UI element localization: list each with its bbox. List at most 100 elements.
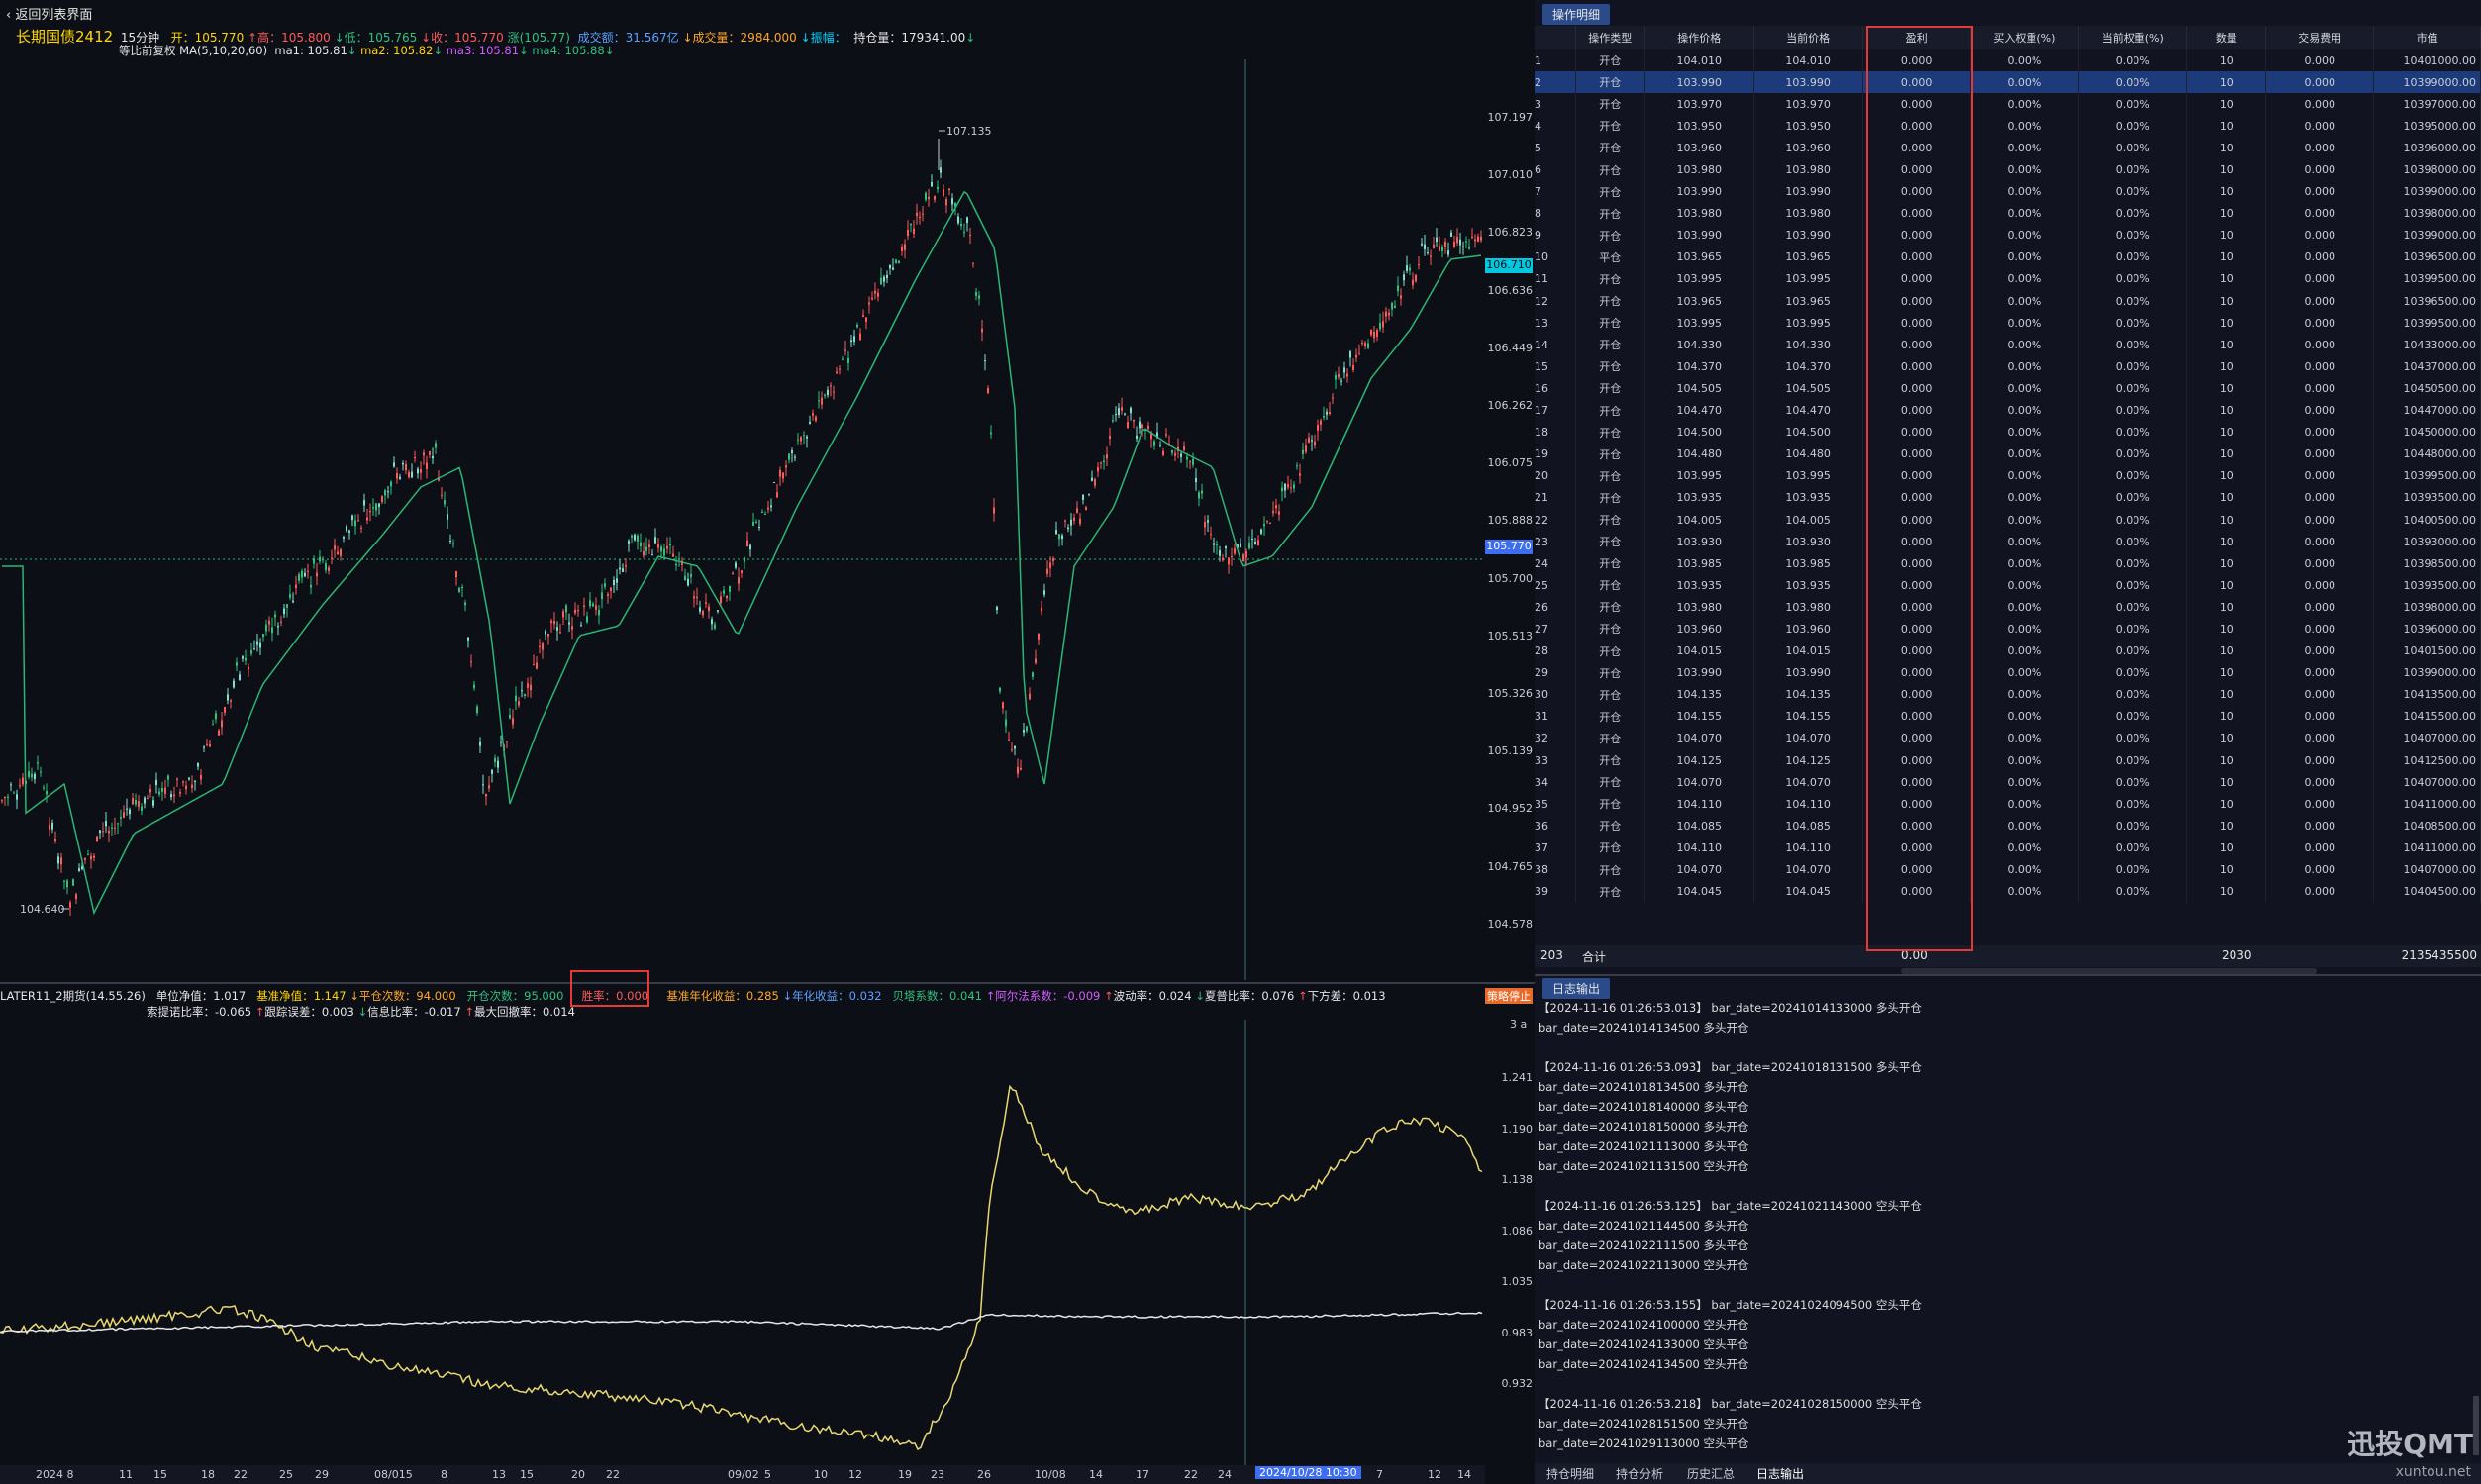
table-row[interactable]: 32 开仓 104.070 104.070 0.000 0.00% 0.00% 10 0.000… [1535,727,2481,749]
candle-body [836,371,838,373]
table-row[interactable]: 28 开仓 104.015 104.015 0.000 0.00% 0.00% 10 0.000… [1535,640,2481,662]
table-row[interactable]: 11 开仓 103.995 103.995 0.000 0.00% 0.00% 10 0.000… [1535,267,2481,291]
candle-body [1320,420,1322,425]
table-row[interactable]: 7 开仓 103.990 103.990 0.000 0.00% 0.00% 10 0.000 1… [1535,180,2481,203]
table-row[interactable]: 17 开仓 104.470 104.470 0.000 0.00% 0.00% 10 0.000… [1535,399,2481,422]
candle-body [357,520,359,522]
log-line: 【2024-11-16 01:26:53.155】 bar_date=20241… [1538,1298,1922,1312]
price-axis-tick: 104.765 [1487,859,1534,873]
column-header[interactable] [1535,26,1576,49]
table-row[interactable]: 4 开仓 103.950 103.950 0.000 0.00% 0.00% 10 0.000 1… [1535,115,2481,138]
panel-divider[interactable] [0,982,1535,984]
table-cell: 开仓 [1575,290,1645,313]
table-row[interactable]: 9 开仓 103.990 103.990 0.000 0.00% 0.00% 10 0.000 1… [1535,224,2481,247]
table-row[interactable]: 3 开仓 103.970 103.970 0.000 0.00% 0.00% 10 0.000 1… [1535,93,2481,116]
candle-body [69,902,71,908]
table-row[interactable]: 29 开仓 103.990 103.990 0.000 0.00% 0.00% 10 0.000… [1535,661,2481,684]
table-row[interactable]: 38 开仓 104.070 104.070 0.000 0.00% 0.00% 10 0.000… [1535,858,2481,881]
table-row[interactable]: 39 开仓 104.045 104.045 0.000 0.00% 0.00% 10 0.000… [1535,880,2481,903]
tab-position-detail[interactable]: 持仓明细 [1546,1465,1594,1482]
table-row[interactable]: 16 开仓 104.505 104.505 0.000 0.00% 0.00% 10 0.000… [1535,377,2481,400]
tab-history-summary[interactable]: 历史汇总 [1687,1465,1735,1482]
adjust-mode[interactable]: 等比前复权 [119,44,176,57]
price-axis-tick: 106.262 [1487,399,1534,412]
table-row[interactable]: 10 平仓 103.965 103.965 0.000 0.00% 0.00% 10 0.000… [1535,246,2481,268]
table-cell: 103.995 [1644,267,1754,291]
column-header[interactable]: 当前权重(%) [2078,26,2188,49]
table-row[interactable]: 35 开仓 104.110 104.110 0.000 0.00% 0.00% 10 0.000… [1535,793,2481,816]
table-row[interactable]: 23 开仓 103.930 103.930 0.000 0.00% 0.00% 10 0.000… [1535,531,2481,553]
net-value-chart[interactable] [0,1020,1485,1465]
table-row[interactable]: 15 开仓 104.370 104.370 0.000 0.00% 0.00% 10 0.000… [1535,355,2481,378]
column-header[interactable]: 市值 [2373,26,2481,49]
table-cell: 103.970 [1644,93,1754,116]
candle-body [536,662,538,669]
table-cell: 0.00% [2078,312,2188,335]
candle-body [43,787,45,789]
candle-body [488,785,490,789]
table-row[interactable]: 26 开仓 103.980 103.980 0.000 0.00% 0.00% 10 0.000… [1535,596,2481,619]
candle-body [1391,302,1393,310]
time-axis-tick: 22 [606,1468,620,1481]
candle-body [479,742,481,746]
candle-body [993,507,995,514]
table-row[interactable]: 33 开仓 104.125 104.125 0.000 0.00% 0.00% 10 0.000… [1535,749,2481,772]
back-to-list-button[interactable]: ‹ 返回列表界面 [6,4,92,23]
candle-body [592,603,594,607]
time-axis-tick: 18 [201,1468,215,1481]
table-row[interactable]: 22 开仓 104.005 104.005 0.000 0.00% 0.00% 10 0.000… [1535,508,2481,532]
candle-body [1192,458,1194,465]
tab-log-output[interactable]: 日志输出 [1542,978,1611,999]
table-row[interactable]: 21 开仓 103.935 103.935 0.000 0.00% 0.00% 10 0.000… [1535,486,2481,509]
table-cell: 10 [2186,837,2267,859]
column-header[interactable]: 交易费用 [2265,26,2375,49]
log-scrollbar[interactable] [2473,1396,2479,1455]
table-row[interactable]: 34 开仓 104.070 104.070 0.000 0.00% 0.00% 10 0.000… [1535,771,2481,794]
candle-body [491,769,493,774]
table-row[interactable]: 18 开仓 104.500 104.500 0.000 0.00% 0.00% 10 0.000… [1535,421,2481,444]
candle-body [455,571,457,578]
table-row[interactable]: 12 开仓 103.965 103.965 0.000 0.00% 0.00% 10 0.000… [1535,290,2481,313]
table-row[interactable]: 6 开仓 103.980 103.980 0.000 0.00% 0.00% 10 0.000 1… [1535,158,2481,181]
column-header[interactable]: 操作类型 [1575,26,1645,49]
column-header[interactable]: 买入权重(%) [1970,26,2080,49]
candle-body [904,244,906,250]
candle-body [645,546,647,551]
table-row[interactable]: 5 开仓 103.960 103.960 0.000 0.00% 0.00% 10 0.000 1… [1535,137,2481,159]
table-row[interactable]: 36 开仓 104.085 104.085 0.000 0.00% 0.00% 10 0.000… [1535,815,2481,838]
table-row[interactable]: 14 开仓 104.330 104.330 0.000 0.00% 0.00% 10 0.000… [1535,334,2481,356]
candle-body [809,422,811,424]
candle-body [1058,534,1060,540]
table-row[interactable]: 31 开仓 104.155 104.155 0.000 0.00% 0.00% 10 0.000… [1535,705,2481,728]
candle-body [250,650,252,654]
table-row[interactable]: 1 开仓 104.010 104.010 0.000 0.00% 0.00% 10 0.000 1… [1535,49,2481,72]
candle-body [253,648,255,650]
table-cell: 104.045 [1644,880,1754,903]
candle-body [343,537,345,539]
tab-operation-detail[interactable]: 操作明细 [1542,4,1611,25]
tab-log[interactable]: 日志输出 [1756,1465,1804,1482]
column-header[interactable]: 操作价格 [1644,26,1754,49]
table-row[interactable]: 8 开仓 103.980 103.980 0.000 0.00% 0.00% 10 0.000 1… [1535,202,2481,225]
table-row[interactable]: 19 开仓 104.480 104.480 0.000 0.00% 0.00% 10 0.000… [1535,443,2481,465]
column-header[interactable]: 当前价格 [1753,26,1863,49]
table-row[interactable]: 24 开仓 103.985 103.985 0.000 0.00% 0.00% 10 0.000… [1535,552,2481,575]
candle-body [1162,450,1164,455]
table-cell: 10413500.00 [2373,683,2481,706]
column-header[interactable]: 数量 [2186,26,2267,49]
table-cell: 19 [1535,443,1576,465]
table-row[interactable]: 25 开仓 103.935 103.935 0.000 0.00% 0.00% 10 0.000… [1535,574,2481,597]
strategy-stop-button[interactable]: 策略停止 [1485,988,1533,1004]
table-cell: 103.990 [1753,661,1863,684]
table-row[interactable]: 2 开仓 103.990 103.990 0.000 0.00% 0.00% 10 0.000 1… [1535,71,2481,94]
table-cell: 0.00% [1970,246,2080,268]
candlestick-chart[interactable]: 107.135 104.640 [0,59,1485,980]
table-row[interactable]: 37 开仓 104.110 104.110 0.000 0.00% 0.00% 10 0.000… [1535,837,2481,859]
table-row[interactable]: 30 开仓 104.135 104.135 0.000 0.00% 0.00% 10 0.000… [1535,683,2481,706]
table-row[interactable]: 20 开仓 103.995 103.995 0.000 0.00% 0.00% 10 0.000… [1535,464,2481,487]
table-row[interactable]: 13 开仓 103.995 103.995 0.000 0.00% 0.00% 10 0.000… [1535,312,2481,335]
candle-body [1355,354,1357,358]
table-row[interactable]: 27 开仓 103.960 103.960 0.000 0.00% 0.00% 10 0.000… [1535,618,2481,641]
tab-position-analysis[interactable]: 持仓分析 [1616,1465,1663,1482]
candle-body [678,558,680,560]
